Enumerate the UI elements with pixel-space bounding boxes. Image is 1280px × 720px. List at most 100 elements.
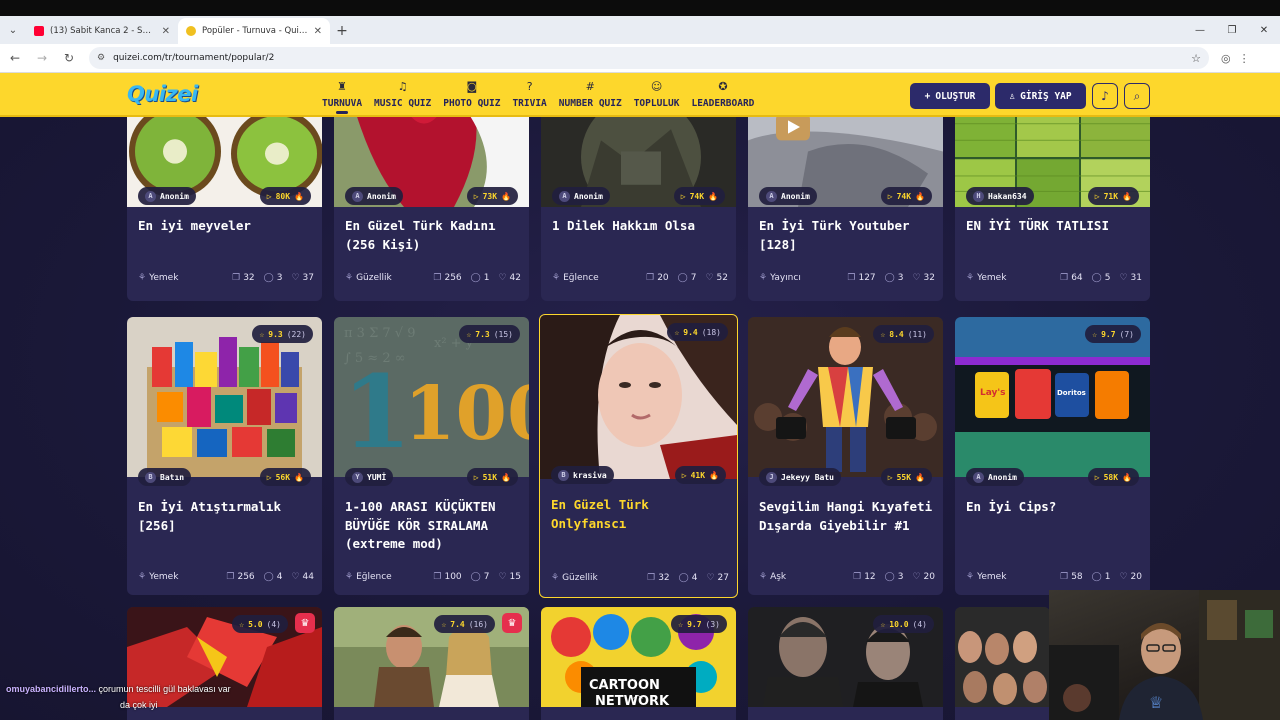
quiz-title[interactable]: EN İYİ TÜRK TATLISI <box>966 217 1142 236</box>
quiz-card[interactable]: π 3 Σ 7 √ 9∫ 5 ≈ 2 ∞x² + y1100☆7.3(15)YY… <box>334 317 529 595</box>
quiz-title[interactable]: 1-100 ARASI KÜÇÜKTEN BÜYÜĞE KÖR SIRALAMA… <box>345 498 521 554</box>
author-badge[interactable]: Y YUMİ <box>345 468 394 486</box>
quiz-card[interactable]: Lay's Doritos ☆ 9.7 (7) A Anonim ▷ 58K 🔥 En İyi Ci… <box>955 317 1150 595</box>
create-button[interactable]: + OLUŞTUR <box>910 83 990 109</box>
quiz-card[interactable]: ☆ 8.4 (11) J Jekeyy Batu ▷ 55K 🔥 Sevgilim Hangi … <box>748 317 943 595</box>
star-icon: ☆ <box>239 619 245 629</box>
author-badge[interactable]: A Anonim <box>759 187 817 205</box>
quiz-card[interactable] <box>955 607 1050 720</box>
category-tag[interactable]: ⚘ Aşk <box>759 572 786 582</box>
quiz-card[interactable]: A Anonim ▷ 74K 🔥 En İyi Türk Youtuber [128] ⚘ Y… <box>748 117 943 301</box>
close-icon[interactable]: ✕ <box>162 26 170 37</box>
like-count[interactable]: ♡ 15 <box>498 572 521 582</box>
nav-item-turnuva[interactable]: ♜ TURNUVA <box>316 73 368 117</box>
question-count: ❐ 20 <box>646 273 669 283</box>
tab-search-icon[interactable]: ⌄ <box>0 16 26 44</box>
like-count[interactable]: ♡ 20 <box>1119 572 1142 582</box>
quiz-card[interactable]: ☆ 9.3 (22) B Batın ▷ 56K 🔥 En İyi Atıştırmalık [… <box>127 317 322 595</box>
close-icon[interactable]: ✕ <box>314 26 322 37</box>
comment-count: ◯ 4 <box>264 572 283 582</box>
community-icon: ☺ <box>650 80 663 93</box>
maximize-icon[interactable]: ❐ <box>1216 16 1248 44</box>
like-count[interactable]: ♡ 20 <box>912 572 935 582</box>
category-tag[interactable]: ⚘ Eğlence <box>345 572 392 582</box>
category-tag[interactable]: ⚘ Eğlence <box>552 273 599 283</box>
like-count[interactable]: ♡ 44 <box>291 572 314 582</box>
category-tag[interactable]: ⚘ Yemek <box>138 273 178 283</box>
url-field[interactable]: ⚙ quizei.com/tr/tournament/popular/2 ☆ <box>89 47 1209 69</box>
reload-icon[interactable]: ↻ <box>57 46 81 70</box>
quiz-title[interactable]: Sevgilim Hangi Kıyafeti Dışarda Giyebili… <box>759 498 935 535</box>
search-icon[interactable]: ⌕ <box>1124 83 1150 109</box>
quiz-thumbnail <box>334 607 529 707</box>
like-count[interactable]: ♡ 37 <box>291 273 314 283</box>
question-value: 32 <box>243 273 255 283</box>
quiz-card[interactable]: ☆ 10.0 (4) <box>748 607 943 720</box>
category-tag[interactable]: ⚘ Güzellik <box>345 273 392 283</box>
author-name: Anonim <box>160 191 189 201</box>
quiz-card[interactable]: A Anonim ▷ 74K 🔥 1 Dilek Hakkım Olsa ⚘ Eğlence ❐… <box>541 117 736 301</box>
category-tag[interactable]: ⚘ Yemek <box>138 572 178 582</box>
nav-item-number-quiz[interactable]: # NUMBER QUIZ <box>553 73 628 117</box>
star-icon: ☆ <box>678 619 684 629</box>
layers-icon: ❐ <box>433 572 442 582</box>
like-count[interactable]: ♡ 42 <box>498 273 521 283</box>
site-info-icon[interactable]: ⚙ <box>97 53 105 63</box>
stream-chat-overlay: omuyabancidillerto... çorumun tescilli g… <box>6 684 231 710</box>
like-count[interactable]: ♡ 52 <box>705 273 728 283</box>
quiz-card[interactable]: ☆ 9.4 (18) Bkrasiva ▷ 41K 🔥 En Güzel Türk Onlyf… <box>539 314 738 598</box>
back-icon[interactable]: ← <box>3 46 27 70</box>
quiz-card[interactable]: A Anonim ▷ 73K 🔥 En Güzel Türk Kadını (256 Ki… <box>334 117 529 301</box>
comment-icon: ◯ <box>470 572 481 582</box>
nav-item-photo-quiz[interactable]: ◙ PHOTO QUIZ <box>437 73 506 117</box>
quiz-title[interactable]: En Güzel Türk Kadını (256 Kişi) <box>345 217 521 254</box>
minimize-icon[interactable]: — <box>1184 16 1216 44</box>
login-button[interactable]: ♙ GİRİŞ YAP <box>995 83 1086 109</box>
quiz-card[interactable]: A Anonim ▷ 80K 🔥 En iyi meyveler ⚘ Yemek ❐ 32 ◯ 3 ♡ 3… <box>127 117 322 301</box>
card-meta: ⚘ Yemek ❐ 58 ◯ 1 ♡ 20 <box>966 570 1142 584</box>
like-count[interactable]: ♡ 32 <box>912 273 935 283</box>
quiz-title[interactable]: En Güzel Türk Onlyfanscı <box>551 496 729 533</box>
quiz-card[interactable]: CARTOON NETWORK ☆ 9.7 (3) <box>541 607 736 720</box>
quiz-title[interactable]: 1 Dilek Hakkım Olsa <box>552 217 728 236</box>
rating-value: 8.4 <box>889 329 904 339</box>
close-window-icon[interactable]: ✕ <box>1248 16 1280 44</box>
menu-icon[interactable]: ⋮ <box>1239 52 1250 65</box>
author-badge[interactable]: Bkrasiva <box>551 466 614 484</box>
nav-item-leaderboard[interactable]: ✪ LEADERBOARD <box>685 73 760 117</box>
profile-icon[interactable]: ◎ <box>1221 52 1231 65</box>
author-badge[interactable]: A Anonim <box>552 187 610 205</box>
nav-item-topluluk[interactable]: ☺ TOPLULUK <box>628 73 686 117</box>
browser-tab-youtube[interactable]: (13) Sabit Kanca 2 - Sensin Ada... ✕ <box>26 18 178 44</box>
author-badge[interactable]: J Jekeyy Batu <box>759 468 841 486</box>
bell-icon[interactable]: ♪ <box>1092 83 1118 109</box>
like-count[interactable]: ♡ 31 <box>1119 273 1142 283</box>
author-badge[interactable]: A Anonim <box>138 187 196 205</box>
quiz-title[interactable]: En İyi Cips? <box>966 498 1142 517</box>
nav-item-trivia[interactable]: ? TRIVIA <box>506 73 552 117</box>
author-badge[interactable]: H Hakan634 <box>966 187 1034 205</box>
like-count[interactable]: ♡ 27 <box>706 573 729 583</box>
author-badge[interactable]: B Batın <box>138 468 192 486</box>
category-icon: ⚘ <box>345 572 354 582</box>
like-value: 15 <box>509 572 521 582</box>
category-tag[interactable]: ⚘ Yemek <box>966 572 1006 582</box>
category-tag[interactable]: ⚘ Güzellik <box>551 573 598 583</box>
new-tab-button[interactable]: + <box>330 18 354 44</box>
bookmark-star-icon[interactable]: ☆ <box>1191 52 1201 65</box>
quiz-title[interactable]: En İyi Türk Youtuber [128] <box>759 217 935 254</box>
category-tag[interactable]: ⚘ Yayıncı <box>759 273 801 283</box>
quizei-logo[interactable]: Quizei <box>127 82 198 106</box>
browser-tab-quizei[interactable]: Popüler - Turnuva - Quizei ✕ <box>178 18 330 44</box>
author-badge[interactable]: A Anonim <box>345 187 403 205</box>
quiz-title[interactable]: En iyi meyveler <box>138 217 314 236</box>
quiz-card[interactable]: ☆ 7.4 (16) ♛ <box>334 607 529 720</box>
author-badge[interactable]: A Anonim <box>966 468 1024 486</box>
scroll-up-icon[interactable]: ︿ <box>628 686 648 701</box>
nav-item-music-quiz[interactable]: ♫ MUSIC QUIZ <box>368 73 437 117</box>
quiz-title[interactable]: En İyi Atıştırmalık [256] <box>138 498 314 535</box>
quiz-card[interactable]: H Hakan634 ▷ 71K 🔥 EN İYİ TÜRK TATLISI ⚘ Yemek ❐… <box>955 117 1150 301</box>
comment-value: 3 <box>276 273 283 283</box>
forward-icon[interactable]: → <box>30 46 54 70</box>
category-tag[interactable]: ⚘ Yemek <box>966 273 1006 283</box>
